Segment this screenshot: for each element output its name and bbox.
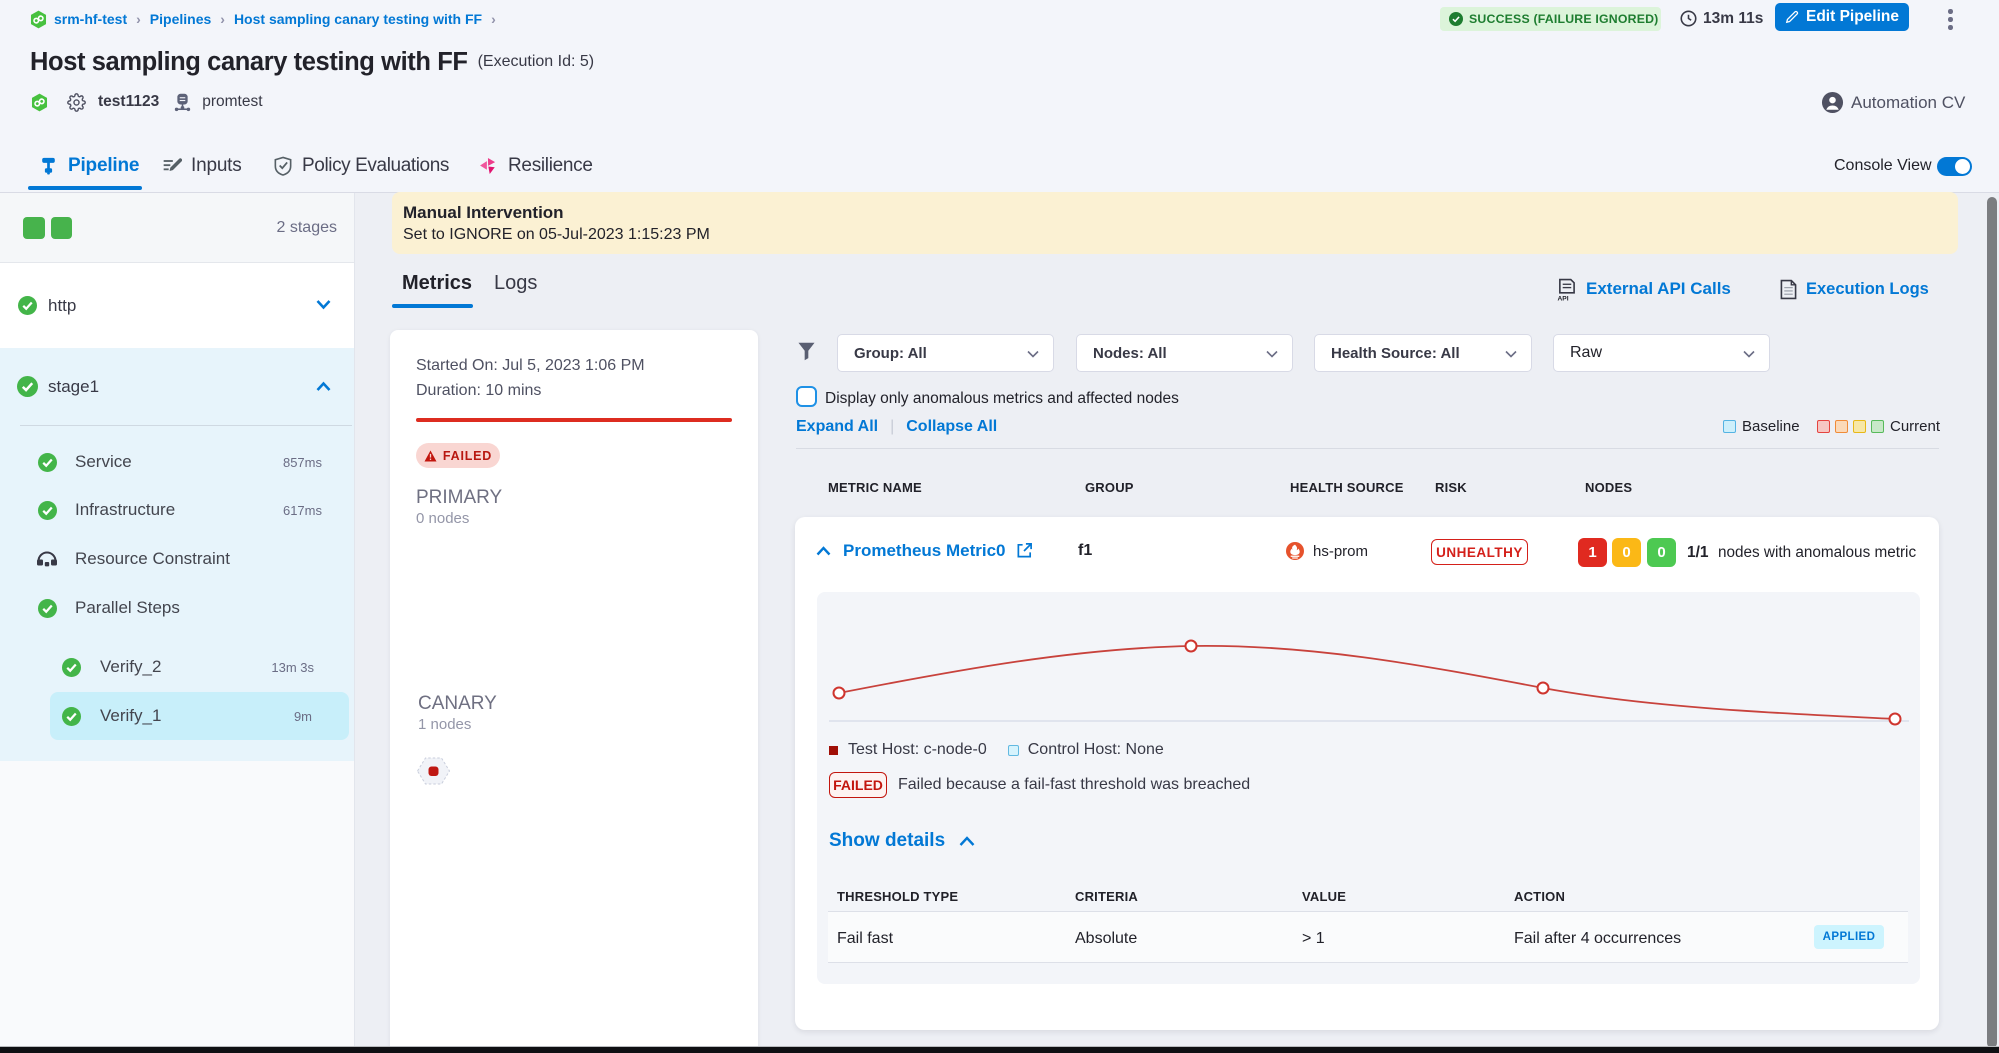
svg-text:API: API — [1557, 295, 1568, 301]
